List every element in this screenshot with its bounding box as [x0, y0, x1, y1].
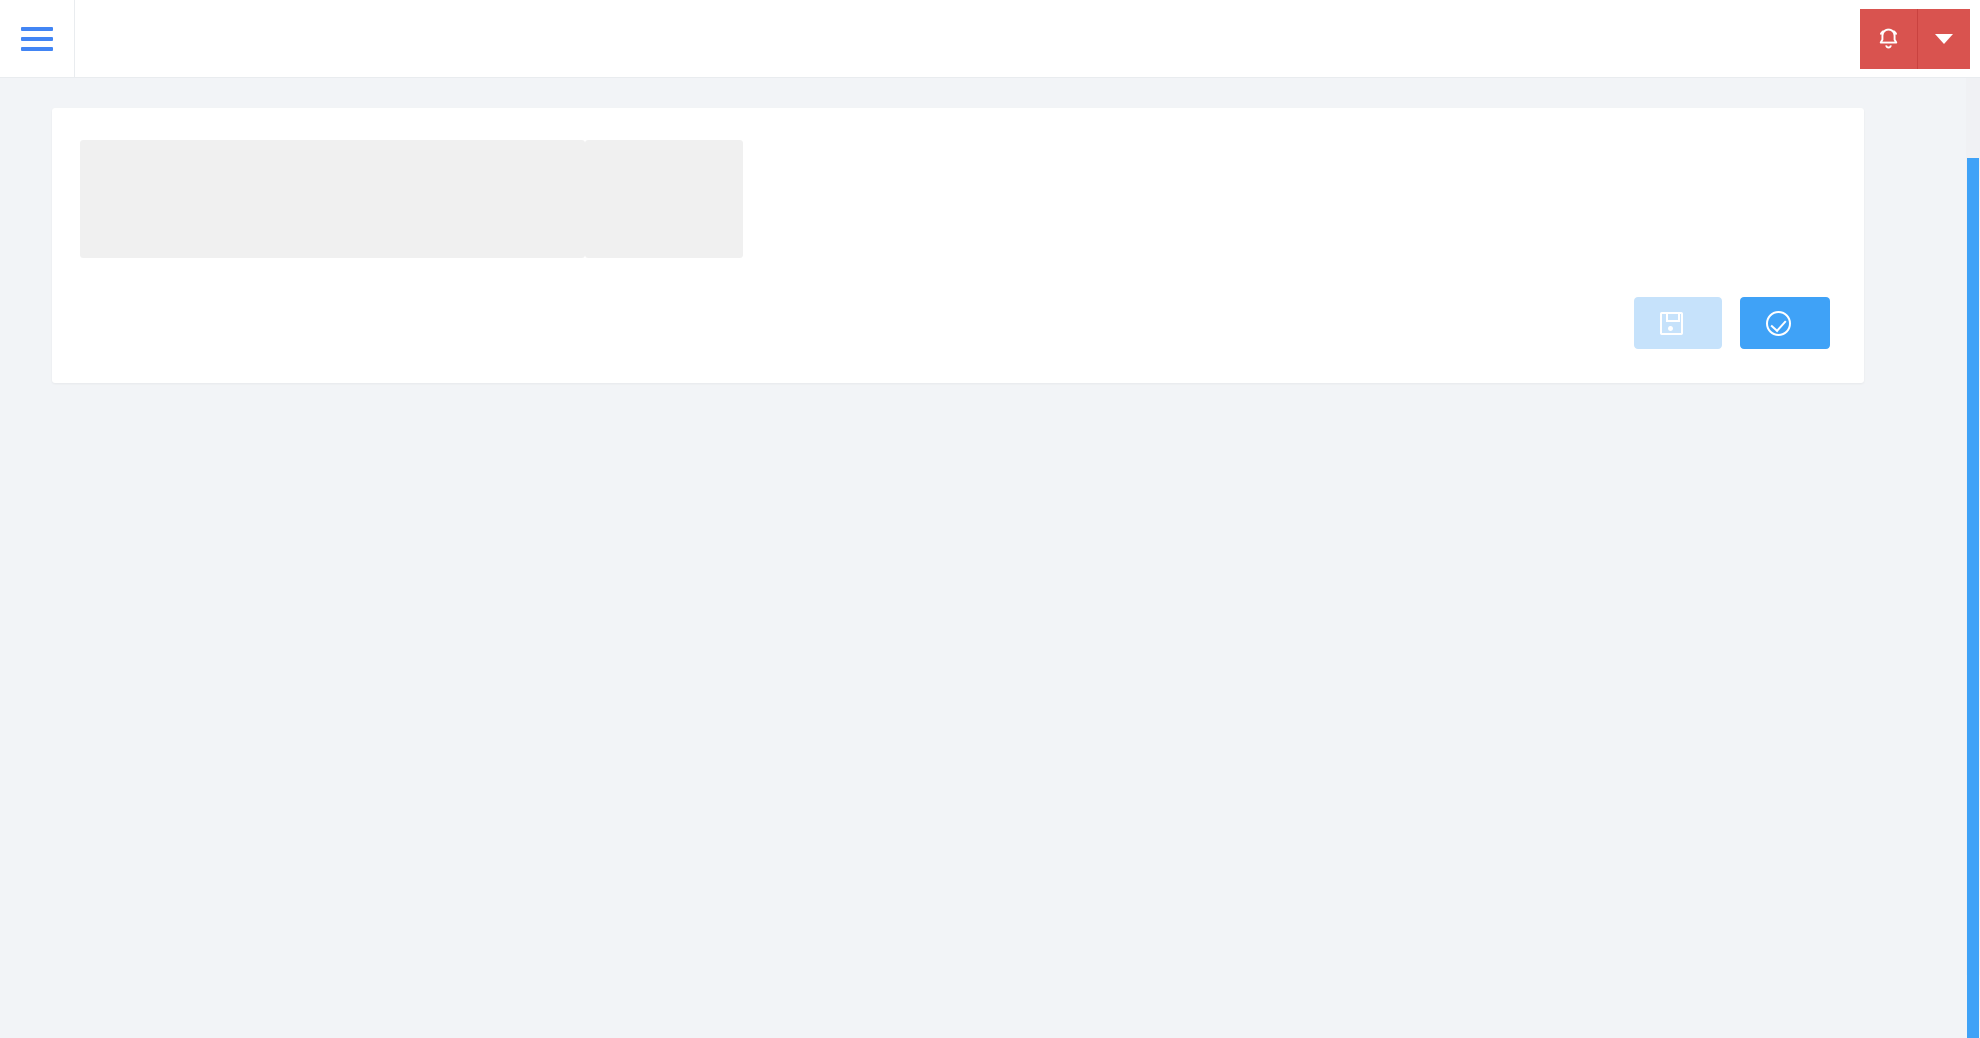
hamburger-icon: [21, 26, 53, 51]
chevron-down-icon: [1935, 34, 1953, 44]
header-activity: [80, 140, 585, 267]
notifications-button[interactable]: [1860, 9, 1918, 69]
timesheet-table-head: [80, 140, 1836, 267]
header-total-hours: [584, 140, 744, 267]
header-actions: [1860, 0, 1980, 78]
breadcrumb: [215, 27, 225, 51]
timesheet-card: [52, 108, 1864, 383]
page-scrollbar-thumb[interactable]: [1967, 158, 1979, 1038]
check-circle-icon: [1766, 310, 1791, 336]
save-draft-button[interactable]: [1634, 297, 1722, 349]
menu-toggle-button[interactable]: [0, 0, 75, 78]
save-icon: [1660, 311, 1683, 335]
form-actions: [80, 297, 1836, 349]
top-header-bar: [0, 0, 1980, 78]
submit-for-approval-button[interactable]: [1740, 297, 1830, 349]
bell-icon: [1879, 28, 1898, 48]
page-content: [0, 78, 1980, 383]
timesheet-table: [80, 140, 1836, 267]
notifications-dropdown-button[interactable]: [1918, 9, 1970, 69]
page-scrollbar-track[interactable]: [1966, 78, 1980, 1038]
